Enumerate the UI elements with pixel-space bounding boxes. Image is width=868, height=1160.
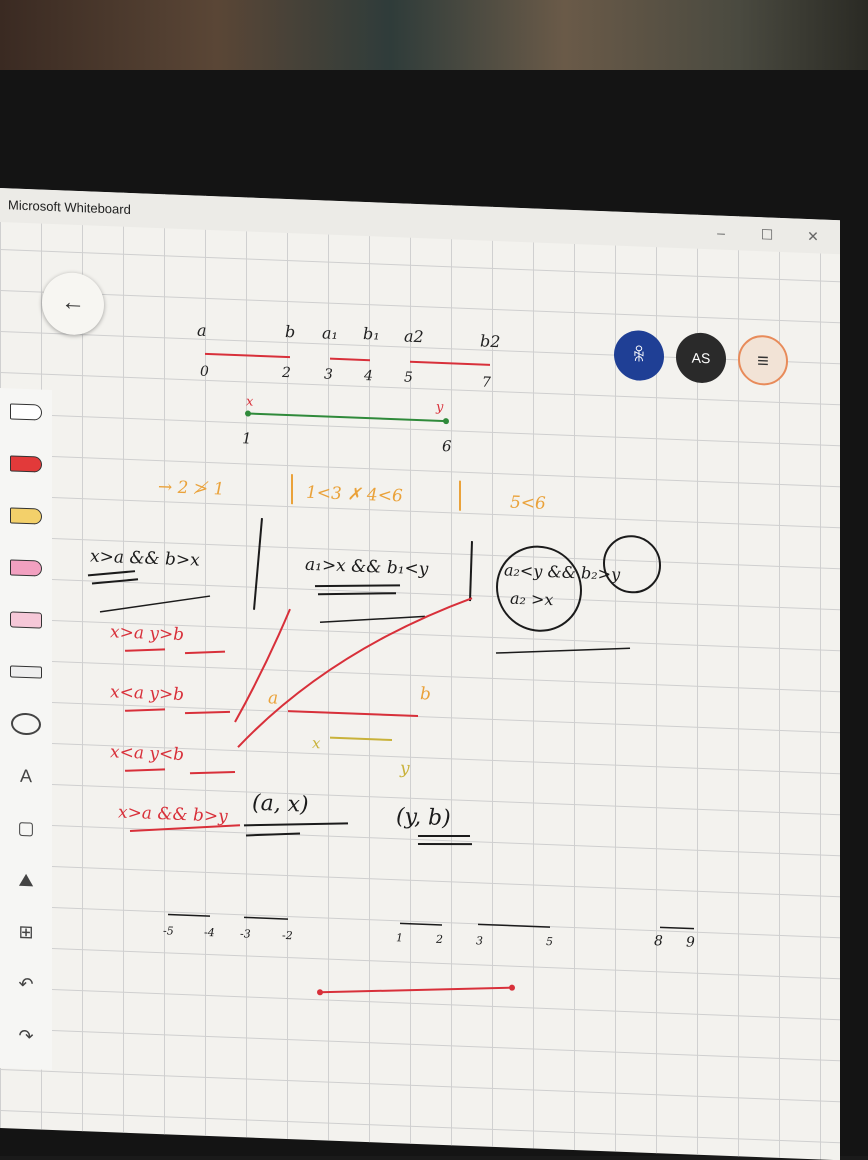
menu-button[interactable]: ≡ — [738, 334, 788, 387]
text-icon[interactable]: A — [0, 752, 52, 800]
num-6: 6 — [442, 437, 452, 455]
bnum-neg5: -5 — [163, 924, 174, 937]
insert-icon[interactable]: ⊞ — [0, 908, 52, 956]
bnum-5: 5 — [546, 935, 553, 948]
interval-ax: (a, x) — [252, 791, 309, 818]
case-4: x>a && b>y — [118, 803, 228, 827]
label-b1: b₁ — [363, 324, 380, 344]
bnum-neg2: -2 — [282, 929, 293, 942]
note-icon[interactable]: ▢ — [0, 804, 52, 852]
person-icon: ꆜ — [631, 345, 647, 366]
xy-line: x y 1 6 — [242, 394, 452, 455]
tool-sidebar: A ▢ ⛰ ⊞ ↶ ↷ — [0, 388, 52, 1070]
label-b: b — [285, 322, 295, 341]
case-3: x<a y<b — [110, 742, 184, 765]
lasso-icon[interactable] — [0, 700, 52, 748]
seg-label-x: x — [312, 734, 321, 752]
bnum-2: 2 — [435, 933, 443, 946]
redo-icon[interactable]: ↷ — [0, 1012, 52, 1060]
segment-sketch: a b x y — [268, 684, 431, 779]
bnum-9: 9 — [686, 934, 695, 950]
seg-label-a: a — [268, 688, 278, 708]
cond-1: x>a && b>x — [90, 546, 200, 570]
num-2: 2 — [281, 365, 291, 381]
case-2: x<a y>b — [110, 682, 184, 705]
cond-2: a₁>x && b₁<y — [305, 555, 429, 580]
orange-comparisons: → 2 ≯ 1 1<3 ✗ 4<6 5<6 — [158, 474, 546, 514]
num-3: 3 — [324, 366, 333, 382]
seg-label-y: y — [399, 758, 410, 778]
bnum-3: 3 — [476, 934, 483, 947]
undo-icon[interactable]: ↶ — [0, 960, 52, 1008]
num-1: 1 — [242, 429, 252, 447]
eraser-icon[interactable] — [0, 596, 52, 644]
pen-red-icon[interactable] — [0, 440, 52, 488]
num-7: 7 — [482, 375, 491, 391]
label-a1: a₁ — [322, 323, 338, 343]
label-x: x — [246, 394, 254, 409]
intervals: (a, x) (y, b) — [243, 791, 473, 846]
label-y: y — [435, 400, 444, 415]
cmp-3: 5<6 — [510, 493, 546, 514]
num-5: 5 — [404, 370, 413, 386]
num-4: 4 — [363, 368, 373, 384]
whiteboard-canvas[interactable]: a b a₁ b₁ a2 b2 0 2 3 4 5 7 x y 1 6 → 2 … — [0, 188, 840, 1160]
cond-4: a₂ >x — [510, 589, 553, 610]
seg-label-b: b — [420, 684, 431, 704]
bnum-neg4: -4 — [204, 926, 215, 939]
cmp-1: → 2 ≯ 1 — [158, 477, 224, 500]
bottom-segments: -5 -4 -3 -2 1 2 3 5 8 9 — [163, 913, 695, 996]
label-a2: a2 — [404, 327, 424, 347]
label-a: a — [197, 321, 207, 340]
case-1: x>a y>b — [110, 622, 184, 645]
hamburger-icon: ≡ — [757, 350, 769, 373]
interval-yb: (y, b) — [396, 804, 451, 831]
highlighter-pink-icon[interactable] — [0, 544, 52, 592]
pen-yellow-icon[interactable] — [0, 492, 52, 540]
back-arrow-icon: ← — [61, 288, 85, 317]
bnum-1: 1 — [396, 931, 403, 944]
top-number-line: a b a₁ b₁ a2 b2 0 2 3 4 5 7 — [197, 321, 500, 391]
image-icon[interactable]: ⛰ — [0, 856, 52, 904]
label-b2: b2 — [480, 331, 500, 351]
whiteboard-window: Microsoft Whiteboard – ☐ ✕ a b a₁ b₁ a2 … — [0, 188, 840, 1160]
bnum-neg3: -3 — [240, 927, 251, 940]
pen-black-icon[interactable] — [0, 388, 52, 436]
cmp-2: 1<3 ✗ 4<6 — [306, 483, 403, 507]
bnum-8: 8 — [654, 933, 663, 949]
ruler-icon[interactable] — [0, 648, 52, 696]
num-0: 0 — [200, 364, 209, 380]
